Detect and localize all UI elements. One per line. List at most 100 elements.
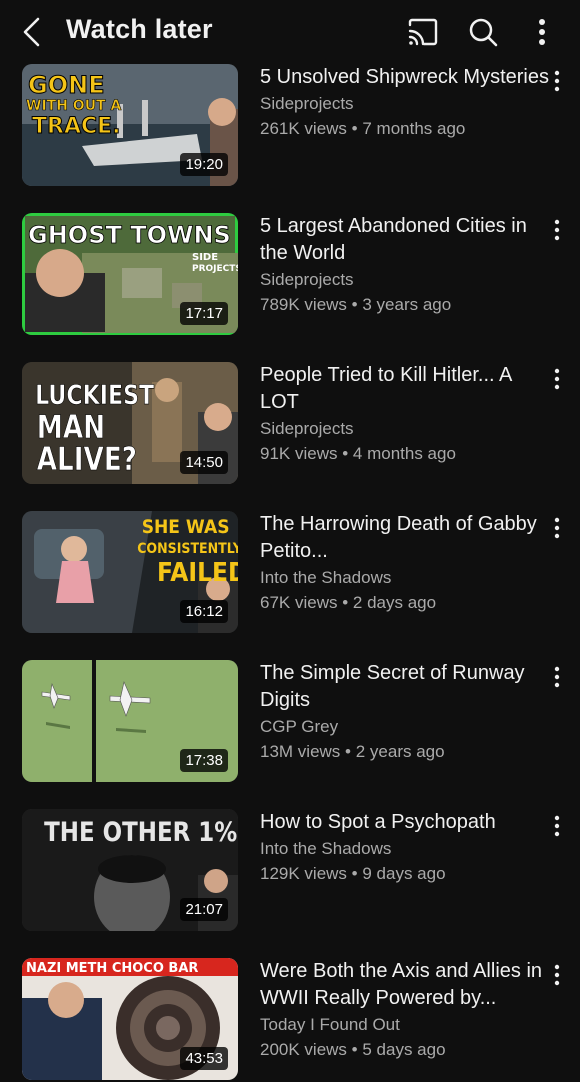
video-meta: How to Spot a Psychopath Into the Shadow… [260, 809, 550, 886]
view-count: 200K views [260, 1040, 347, 1059]
video-list-item[interactable]: 17:38 The Simple Secret of Runway Digits… [0, 660, 580, 784]
video-list-item[interactable]: SHE WAS CONSISTENTLY FAILED 16:12 The Ha… [0, 511, 580, 635]
video-list-item[interactable]: LUCKIEST MAN ALIVE? 14:50 People Tried t… [0, 362, 580, 486]
svg-text:THE OTHER 1%: THE OTHER 1% [44, 816, 237, 847]
separator-dot: • [342, 444, 349, 463]
separator-dot: • [351, 1040, 358, 1059]
video-meta: The Harrowing Death of Gabby Petito... I… [260, 511, 550, 615]
page-title: Watch later [66, 14, 213, 44]
video-thumbnail[interactable]: LUCKIEST MAN ALIVE? 14:50 [22, 362, 238, 484]
channel-name: Sideprojects [260, 419, 354, 438]
svg-text:GONE: GONE [28, 71, 105, 99]
video-thumbnail[interactable]: GHOST TOWNS SIDE PROJECTS 17:17 [22, 213, 238, 335]
video-list-item[interactable]: GHOST TOWNS SIDE PROJECTS 17:17 5 Larges… [0, 213, 580, 337]
svg-text:NAZI METH CHOCO BAR: NAZI METH CHOCO BAR [26, 961, 198, 976]
view-count: 789K views [260, 295, 347, 314]
upload-age: 5 days ago [362, 1040, 446, 1059]
more-vertical-icon [554, 815, 560, 837]
video-stats: 200K views • 5 days ago [260, 1037, 550, 1062]
upload-age: 9 days ago [362, 864, 446, 883]
top-app-bar: Watch later [0, 0, 580, 62]
upload-age: 2 days ago [352, 593, 437, 612]
video-menu-button[interactable] [548, 962, 566, 988]
video-title[interactable]: Were Both the Axis and Allies in WWII Re… [260, 958, 550, 1012]
svg-text:ALIVE?: ALIVE? [37, 440, 137, 477]
channel-name: Into the Shadows [260, 568, 392, 587]
separator-dot: • [351, 119, 358, 138]
view-count: 13M views [260, 742, 341, 761]
video-stats: 789K views • 3 years ago [260, 292, 550, 317]
upload-age: 4 months ago [352, 444, 456, 463]
video-title[interactable]: 5 Largest Abandoned Cities in the World [260, 213, 550, 267]
video-stats: 67K views • 2 days ago [260, 590, 550, 615]
more-vertical-icon [554, 219, 560, 241]
channel-name: Sideprojects [260, 270, 354, 289]
video-menu-button[interactable] [548, 68, 566, 94]
video-title[interactable]: 5 Unsolved Shipwreck Mysteries [260, 64, 550, 91]
video-menu-button[interactable] [548, 217, 566, 243]
channel-name: Today I Found Out [260, 1015, 400, 1034]
cast-icon [408, 18, 438, 46]
video-list-item[interactable]: NAZI METH CHOCO BAR 43:53 Were Both the … [0, 958, 580, 1082]
video-stats: 261K views • 7 months ago [260, 116, 550, 141]
svg-text:FAILED: FAILED [157, 557, 238, 587]
more-vertical-icon [554, 70, 560, 92]
svg-text:SHE WAS: SHE WAS [142, 516, 230, 538]
video-title[interactable]: The Harrowing Death of Gabby Petito... [260, 511, 550, 565]
more-vertical-icon [554, 368, 560, 390]
more-vertical-icon [554, 517, 560, 539]
cast-button[interactable] [404, 14, 442, 50]
video-thumbnail[interactable]: NAZI METH CHOCO BAR 43:53 [22, 958, 238, 1080]
video-title[interactable]: How to Spot a Psychopath [260, 809, 550, 836]
video-menu-button[interactable] [548, 515, 566, 541]
svg-text:SIDE: SIDE [192, 252, 218, 263]
more-vertical-icon [539, 19, 545, 45]
video-list-item[interactable]: GONE WITH OUT A TRACE. 19:20 5 Unsolved … [0, 64, 580, 188]
video-duration: 14:50 [180, 451, 228, 474]
video-meta: 5 Unsolved Shipwreck Mysteries Sideproje… [260, 64, 550, 141]
separator-dot: • [345, 742, 351, 761]
view-count: 67K views [260, 593, 338, 612]
video-stats: 91K views • 4 months ago [260, 441, 550, 466]
video-thumbnail[interactable]: THE OTHER 1% 21:07 [22, 809, 238, 931]
video-thumbnail[interactable]: GONE WITH OUT A TRACE. 19:20 [22, 64, 238, 186]
back-button[interactable] [14, 14, 50, 50]
video-stats: 129K views • 9 days ago [260, 861, 550, 886]
video-duration: 17:17 [180, 302, 228, 325]
view-count: 91K views [260, 444, 338, 463]
video-thumbnail[interactable]: 17:38 [22, 660, 238, 782]
video-meta: The Simple Secret of Runway Digits CGP G… [260, 660, 550, 764]
upload-age: 3 years ago [362, 295, 452, 314]
video-title[interactable]: The Simple Secret of Runway Digits [260, 660, 550, 714]
view-count: 261K views [260, 119, 347, 138]
channel-name: CGP Grey [260, 717, 339, 736]
video-meta: 5 Largest Abandoned Cities in the World … [260, 213, 550, 317]
video-list-item[interactable]: THE OTHER 1% 21:07 How to Spot a Psychop… [0, 809, 580, 933]
more-vertical-icon [554, 666, 560, 688]
video-duration: 19:20 [180, 153, 228, 176]
video-menu-button[interactable] [548, 813, 566, 839]
upload-age: 2 years ago [355, 742, 445, 761]
channel-name: Sideprojects [260, 94, 354, 113]
channel-name: Into the Shadows [260, 839, 392, 858]
svg-text:TRACE.: TRACE. [32, 114, 121, 139]
video-duration: 17:38 [180, 749, 228, 772]
svg-text:WITH OUT A: WITH OUT A [26, 98, 121, 114]
video-menu-button[interactable] [548, 664, 566, 690]
search-button[interactable] [464, 14, 502, 50]
svg-text:LUCKIEST: LUCKIEST [35, 379, 154, 411]
svg-text:GHOST TOWNS: GHOST TOWNS [28, 221, 231, 249]
more-options-button[interactable] [526, 14, 558, 50]
video-title[interactable]: People Tried to Kill Hitler... A LOT [260, 362, 550, 416]
separator-dot: • [342, 593, 349, 612]
video-duration: 21:07 [180, 898, 228, 921]
video-menu-button[interactable] [548, 366, 566, 392]
video-thumbnail[interactable]: SHE WAS CONSISTENTLY FAILED 16:12 [22, 511, 238, 633]
video-stats: 13M views • 2 years ago [260, 739, 550, 764]
chevron-left-icon [23, 17, 40, 47]
more-vertical-icon [554, 964, 560, 986]
svg-text:PROJECTS: PROJECTS [192, 264, 238, 274]
upload-age: 7 months ago [362, 119, 466, 138]
svg-text:CONSISTENTLY: CONSISTENTLY [137, 541, 238, 557]
video-duration: 16:12 [180, 600, 228, 623]
